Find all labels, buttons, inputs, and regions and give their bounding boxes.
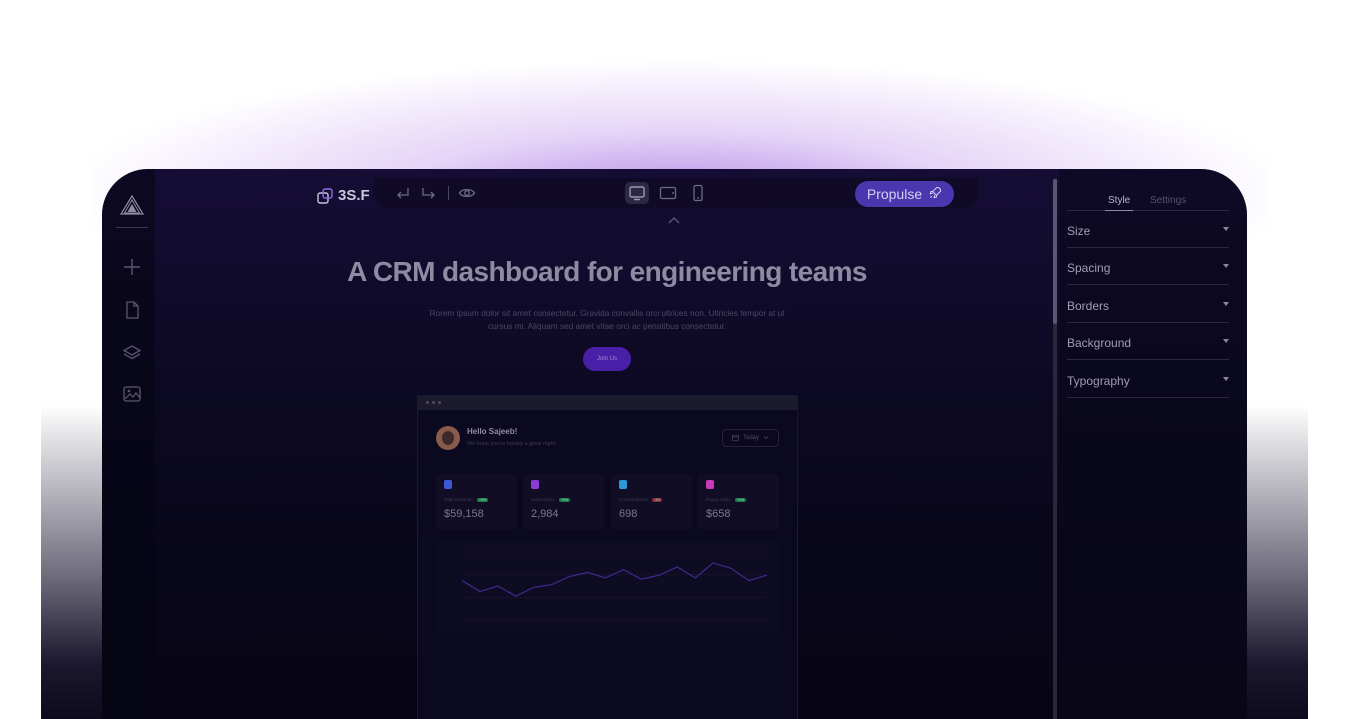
collapse-toolbar-chevron-icon[interactable] [667,212,681,224]
calendar-icon [732,434,739,443]
conversations-icon [619,480,627,489]
brand-glyph-icon [317,187,333,204]
section-label: Background [1067,336,1132,350]
hero-description[interactable]: Rorem ipsum dolor sit amet consectetur. … [422,307,792,333]
section-size[interactable]: Size [1067,211,1229,248]
redo-icon[interactable] [420,184,438,202]
stat-card-conversations: Conversations -3% 698 [611,474,692,529]
popup-sales-icon [706,480,714,489]
caret-down-icon [1223,264,1229,268]
left-sidebar [102,169,155,719]
greeting-title: Hello Sajeeb! [467,427,518,436]
toolbar-divider [448,186,449,200]
caret-down-icon [1223,339,1229,343]
section-label: Size [1067,224,1091,238]
page-icon[interactable] [122,300,142,320]
hero-title[interactable]: A CRM dashboard for engineering teams [282,256,932,288]
publish-label: Propulse [866,186,923,202]
date-filter-label: Today [742,435,759,441]
revenue-chart-svg [461,551,768,621]
publish-button[interactable]: Propulse [855,181,954,207]
section-typography[interactable]: Typography [1067,361,1229,398]
rocket-icon [929,186,942,202]
greeting-subtitle: We hope you're having a great night. [467,441,557,447]
section-label: Typography [1067,374,1130,388]
eye-icon[interactable] [458,184,476,202]
stat-label: Popup sales +4% [706,497,747,502]
sidebar-divider [116,227,148,228]
join-us-button[interactable]: Join Us [583,347,631,371]
window-dot [438,401,441,404]
canvas-scrollbar-thumb[interactable] [1053,179,1057,324]
stat-value: 698 [619,508,638,520]
stat-label-text: Subscribers [531,497,555,502]
stat-card-revenue: Total Revenue +4% $59,158 [436,474,517,529]
layers-icon[interactable] [122,343,142,363]
editor-window: 3S.F Propulse A CRM dashboard for engine… [102,169,1247,719]
caret-down-icon [1223,302,1229,306]
stat-badge: +4% [477,498,489,502]
desktop-icon[interactable] [628,184,646,202]
preview-window-bar [418,396,797,410]
mobile-icon[interactable] [689,184,707,202]
tablet-icon[interactable] [659,184,677,202]
section-background[interactable]: Background [1067,323,1229,360]
stat-card-popup-sales: Popup sales +4% $658 [698,474,779,529]
stat-value: 2,984 [531,508,559,520]
tab-settings[interactable]: Settings [1150,195,1186,206]
stat-label-text: Conversations [619,497,648,502]
media-icon[interactable] [122,384,142,404]
section-label: Spacing [1067,261,1111,275]
tab-style[interactable]: Style [1104,195,1134,211]
stat-label-text: Popup sales [706,497,731,502]
section-borders[interactable]: Borders [1067,286,1229,323]
stat-label: Conversations -3% [619,497,663,502]
right-properties-panel: Style Settings Size Spacing Borders Back… [1059,169,1247,719]
window-dot [426,401,429,404]
avatar [436,426,460,450]
revenue-chart [436,542,779,632]
app-logo-icon [119,194,145,215]
undo-icon[interactable] [394,184,412,202]
stat-badge: -3% [652,498,663,502]
date-filter: Today [722,429,779,447]
panel-tabs: Style Settings [1067,191,1229,211]
stat-label: Subscribers +9% [531,497,571,502]
dashboard-preview-image[interactable]: Hello Sajeeb! We hope you're having a gr… [417,395,798,719]
stat-label: Total Revenue +4% [444,497,489,502]
stat-value: $59,158 [444,508,484,520]
caret-down-icon [1223,227,1229,231]
add-icon[interactable] [122,257,142,277]
chart-line [461,562,768,597]
revenue-icon [444,480,452,489]
window-dot [432,401,435,404]
stat-badge: +9% [559,498,571,502]
stat-label-text: Total Revenue [444,497,473,502]
brand-name: 3S.F [338,187,370,204]
section-label: Borders [1067,299,1110,313]
stat-badge: +4% [735,498,747,502]
stat-value: $658 [706,508,731,520]
brand-logo: 3S.F [317,187,370,204]
section-spacing[interactable]: Spacing [1067,248,1229,285]
stat-card-subscribers: Subscribers +9% 2,984 [523,474,604,529]
subscribers-icon [531,480,539,489]
chevron-down-icon [763,434,769,442]
caret-down-icon [1223,377,1229,381]
